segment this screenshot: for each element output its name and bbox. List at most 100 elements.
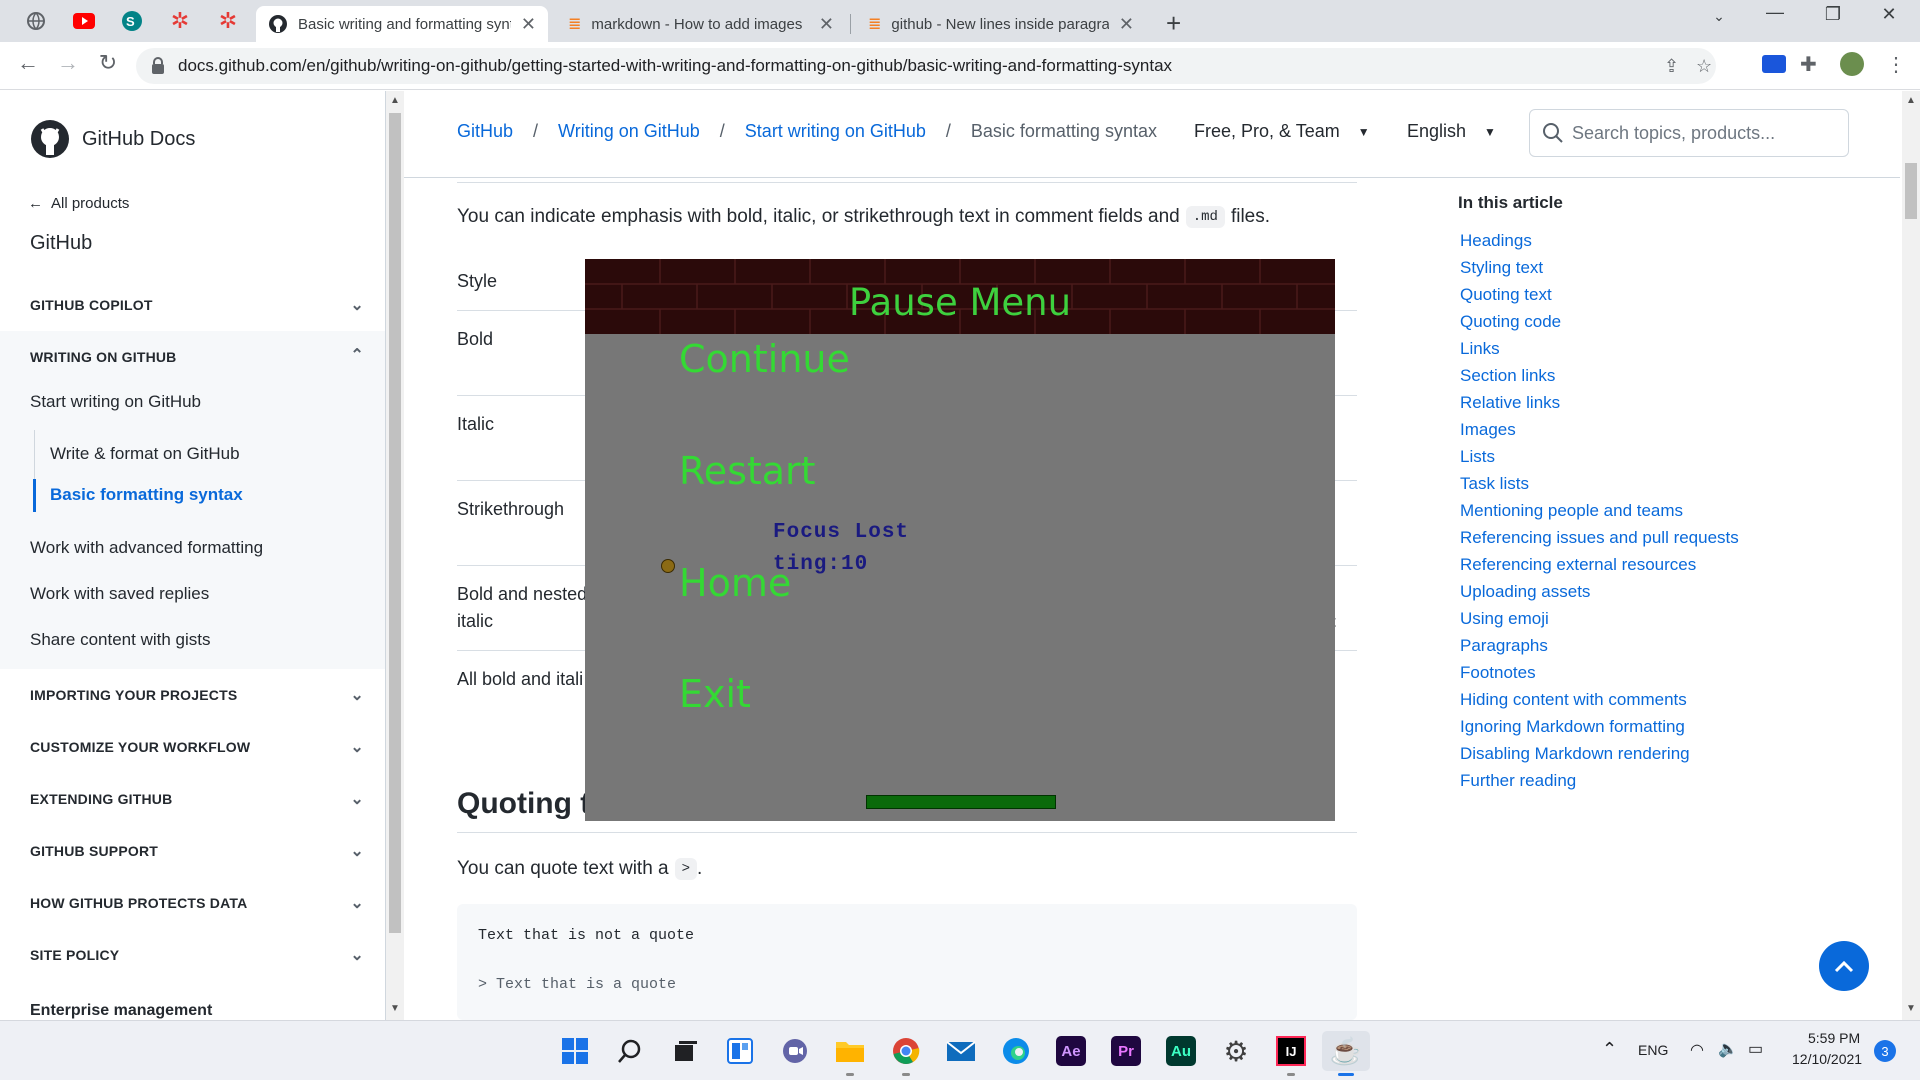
sidebar-section-support[interactable]: GITHUB SUPPORT ⌄: [0, 825, 385, 877]
pinned-tab-youtube[interactable]: [62, 6, 106, 36]
task-view-button[interactable]: [665, 1031, 705, 1071]
breadcrumb-writing[interactable]: Writing on GitHub: [558, 121, 700, 142]
sidebar-item-basic-syntax[interactable]: Basic formatting syntax: [50, 485, 243, 505]
toc-link[interactable]: Lists: [1460, 443, 1739, 470]
sidebar-item-write-format[interactable]: Write & format on GitHub: [50, 444, 240, 464]
docs-logo[interactable]: GitHub Docs: [30, 119, 195, 159]
back-to-top-button[interactable]: [1819, 941, 1869, 991]
chrome-button[interactable]: [886, 1031, 926, 1076]
scroll-down-arrow-icon[interactable]: ▼: [390, 1003, 400, 1014]
new-tab-button[interactable]: +: [1166, 8, 1181, 39]
file-explorer-button[interactable]: [830, 1031, 870, 1076]
all-products-link[interactable]: ← All products: [28, 195, 129, 212]
scroll-down-arrow-icon[interactable]: ▼: [1906, 1003, 1916, 1014]
tab-github-newlines[interactable]: ≣ github - New lines inside paragra ✕: [856, 6, 1146, 42]
toc-link[interactable]: Quoting text: [1460, 281, 1739, 308]
start-button[interactable]: [555, 1031, 595, 1071]
scroll-up-arrow-icon[interactable]: ▲: [1906, 95, 1916, 106]
java-button[interactable]: ☕: [1322, 1031, 1370, 1076]
reload-button[interactable]: ↻: [92, 50, 124, 76]
breadcrumb-github[interactable]: GitHub: [457, 121, 513, 142]
scroll-up-arrow-icon[interactable]: ▲: [390, 95, 400, 106]
notification-badge[interactable]: 3: [1874, 1040, 1896, 1062]
toc-link[interactable]: Uploading assets: [1460, 578, 1739, 605]
intellij-button[interactable]: IJ: [1271, 1031, 1311, 1076]
toc-link[interactable]: Headings: [1460, 227, 1739, 254]
toc-link[interactable]: Quoting code: [1460, 308, 1739, 335]
sidebar-item-saved-replies[interactable]: Work with saved replies: [30, 584, 209, 604]
address-bar[interactable]: docs.github.com/en/github/writing-on-git…: [136, 48, 1716, 84]
kebab-menu-icon[interactable]: ⋮: [1884, 52, 1908, 76]
tab-basic-writing[interactable]: Basic writing and formatting synt ✕: [256, 6, 548, 42]
toc-link[interactable]: Images: [1460, 416, 1739, 443]
toc-link[interactable]: Referencing external resources: [1460, 551, 1739, 578]
toc-link[interactable]: Task lists: [1460, 470, 1739, 497]
toc-link[interactable]: Relative links: [1460, 389, 1739, 416]
toc-link[interactable]: Section links: [1460, 362, 1739, 389]
sidebar-scrollbar[interactable]: ▲ ▼: [386, 91, 404, 1020]
extensions-puzzle-icon[interactable]: ✚: [1800, 52, 1824, 76]
sidebar-section-protects-data[interactable]: HOW GITHUB PROTECTS DATA ⌄: [0, 877, 385, 929]
version-picker[interactable]: Free, Pro, & Team ▼: [1194, 121, 1370, 142]
share-icon[interactable]: ⇪: [1664, 56, 1679, 77]
input-language[interactable]: ENG: [1638, 1042, 1668, 1058]
close-icon[interactable]: ✕: [521, 14, 536, 35]
close-window-button[interactable]: ✕: [1866, 4, 1912, 25]
restore-button[interactable]: ❐: [1810, 4, 1856, 25]
premiere-button[interactable]: Pr: [1106, 1031, 1146, 1071]
clock-date[interactable]: 12/10/2021: [1792, 1051, 1862, 1067]
after-effects-button[interactable]: Ae: [1051, 1031, 1091, 1071]
toc-link[interactable]: Ignoring Markdown formatting: [1460, 713, 1739, 740]
toc-link[interactable]: Using emoji: [1460, 605, 1739, 632]
star-icon[interactable]: ☆: [1696, 56, 1712, 77]
chat-button[interactable]: [775, 1031, 815, 1071]
menu-option-continue[interactable]: Continue: [679, 337, 850, 381]
pinned-tab-sharepoint[interactable]: S: [110, 6, 154, 36]
toc-link[interactable]: Styling text: [1460, 254, 1739, 281]
chevron-up-icon[interactable]: ⌃: [1602, 1039, 1617, 1060]
wifi-icon[interactable]: ◠: [1690, 1040, 1704, 1060]
sidebar-section-importing[interactable]: IMPORTING YOUR PROJECTS ⌄: [0, 669, 385, 721]
page-scroll-thumb[interactable]: [1905, 163, 1917, 219]
tab-search-chevron-icon[interactable]: ⌄: [1696, 8, 1742, 25]
back-button[interactable]: ←: [12, 50, 44, 76]
close-icon[interactable]: ✕: [819, 14, 834, 35]
language-picker[interactable]: English ▼: [1407, 121, 1496, 142]
sidebar-section-writing[interactable]: WRITING ON GITHUB ⌃: [0, 331, 385, 383]
toc-link[interactable]: Disabling Markdown rendering: [1460, 740, 1739, 767]
menu-option-restart[interactable]: Restart: [679, 449, 816, 493]
toc-link[interactable]: Referencing issues and pull requests: [1460, 524, 1739, 551]
widgets-button[interactable]: [720, 1031, 760, 1071]
sidebar-section-copilot[interactable]: GITHUB COPILOT ⌄: [0, 279, 385, 331]
settings-button[interactable]: ⚙: [1216, 1031, 1256, 1071]
avatar[interactable]: [1840, 52, 1864, 76]
product-title[interactable]: GitHub: [30, 232, 92, 255]
pinned-tab-huawei-2[interactable]: ✲: [206, 6, 250, 36]
toc-link[interactable]: Paragraphs: [1460, 632, 1739, 659]
breadcrumb-start-writing[interactable]: Start writing on GitHub: [745, 121, 926, 142]
sidebar-scroll-thumb[interactable]: [389, 113, 401, 933]
toc-link[interactable]: Footnotes: [1460, 659, 1739, 686]
pinned-tab-huawei-1[interactable]: ✲: [158, 6, 202, 36]
sidebar-item-start-writing[interactable]: Start writing on GitHub: [30, 392, 201, 412]
extension-blue-icon[interactable]: [1762, 55, 1786, 73]
audition-button[interactable]: Au: [1161, 1031, 1201, 1071]
search-input[interactable]: Search topics, products...: [1529, 109, 1849, 157]
sidebar-section-extending[interactable]: EXTENDING GITHUB ⌄: [0, 773, 385, 825]
close-icon[interactable]: ✕: [1119, 14, 1134, 35]
toc-link[interactable]: Hiding content with comments: [1460, 686, 1739, 713]
pinned-tab-globe[interactable]: [14, 6, 58, 36]
volume-icon[interactable]: 🔈: [1718, 1039, 1738, 1059]
battery-icon[interactable]: ▭: [1748, 1039, 1763, 1059]
sidebar-item-advanced-formatting[interactable]: Work with advanced formatting: [30, 538, 263, 558]
sidebar-item-enterprise[interactable]: Enterprise management: [30, 1002, 212, 1020]
toc-link[interactable]: Links: [1460, 335, 1739, 362]
sidebar-item-gists[interactable]: Share content with gists: [30, 630, 210, 650]
page-scrollbar[interactable]: ▲ ▼: [1902, 91, 1920, 1020]
sidebar-section-customize[interactable]: CUSTOMIZE YOUR WORKFLOW ⌄: [0, 721, 385, 773]
menu-option-exit[interactable]: Exit: [679, 672, 751, 716]
minimize-button[interactable]: —: [1752, 2, 1798, 23]
mail-button[interactable]: [941, 1031, 981, 1071]
tab-markdown-images[interactable]: ≣ markdown - How to add images ✕: [556, 6, 846, 42]
forward-button[interactable]: →: [52, 50, 84, 76]
